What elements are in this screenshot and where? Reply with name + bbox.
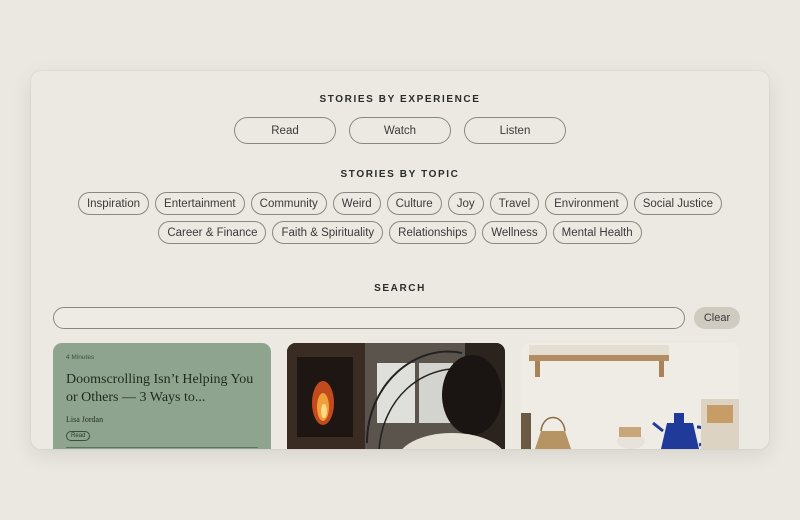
topic-inspiration-button[interactable]: Inspiration <box>77 192 150 215</box>
kitchen-photo <box>521 343 739 449</box>
card-duration: 4 Minutes <box>66 354 95 361</box>
topic-wellness-button[interactable]: Wellness <box>482 221 547 244</box>
story-card-doomscrolling[interactable]: 4 Minutes Doomscrolling Isn’t Helping Yo… <box>53 343 271 449</box>
topic-career-finance-button[interactable]: Career & Finance <box>158 221 267 244</box>
search-input[interactable] <box>53 307 685 329</box>
topic-culture-button[interactable]: Culture <box>386 192 442 215</box>
experience-watch-button[interactable]: Watch <box>349 117 451 144</box>
topic-row-2: Career & Finance Faith & Spirituality Re… <box>31 221 769 244</box>
story-card-fireplace-image[interactable] <box>287 343 505 449</box>
topic-travel-button[interactable]: Travel <box>489 192 540 215</box>
topic-joy-button[interactable]: Joy <box>447 192 484 215</box>
topic-social-justice-button[interactable]: Social Justice <box>633 192 723 215</box>
fireplace-photo <box>287 343 505 449</box>
clear-button[interactable]: Clear <box>694 307 740 329</box>
topic-entertainment-button[interactable]: Entertainment <box>155 192 245 215</box>
experience-heading: STORIES BY EXPERIENCE <box>319 94 481 105</box>
topic-relationships-button[interactable]: Relationships <box>389 221 477 244</box>
topic-row-1: Inspiration Entertainment Community Weir… <box>31 192 769 215</box>
experience-options: Read Watch Listen <box>31 117 769 144</box>
experience-listen-button[interactable]: Listen <box>464 117 566 144</box>
card-divider <box>66 447 258 448</box>
topic-heading: STORIES BY TOPIC <box>340 169 460 180</box>
topic-community-button[interactable]: Community <box>250 192 327 215</box>
topic-environment-button[interactable]: Environment <box>545 192 628 215</box>
topic-faith-spirituality-button[interactable]: Faith & Spirituality <box>272 221 384 244</box>
search-heading: SEARCH <box>374 283 426 294</box>
card-format-tag: Read <box>66 431 91 441</box>
stories-filter-panel: STORIES BY EXPERIENCE Read Watch Listen … <box>31 71 769 449</box>
card-author: Lisa Jordan <box>66 415 104 424</box>
experience-read-button[interactable]: Read <box>234 117 336 144</box>
card-title[interactable]: Doomscrolling Isn’t Helping You or Other… <box>66 371 262 407</box>
topic-mental-health-button[interactable]: Mental Health <box>552 221 642 244</box>
story-card-kettle-image[interactable] <box>521 343 739 449</box>
topic-weird-button[interactable]: Weird <box>332 192 381 215</box>
